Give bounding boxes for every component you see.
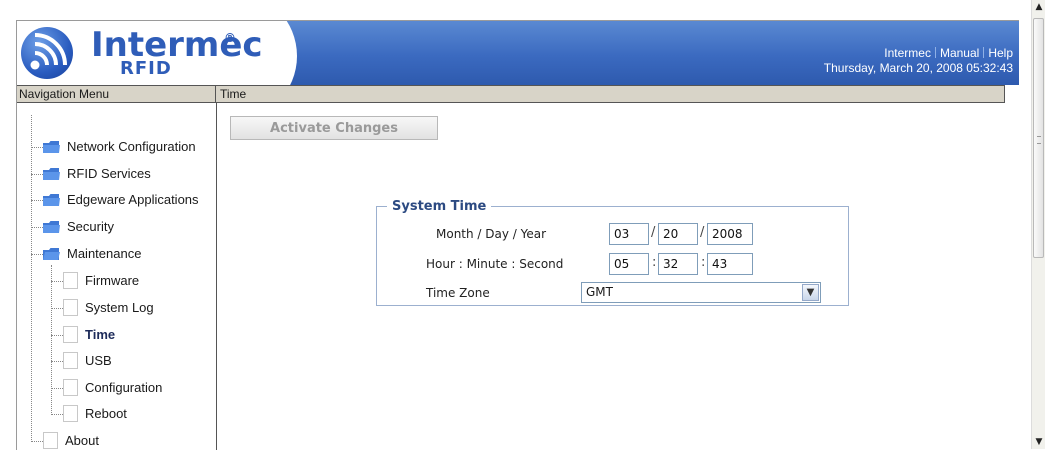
timezone-label: Time Zone — [426, 286, 490, 300]
open-folder-icon — [43, 248, 60, 260]
tree-connector — [31, 200, 43, 201]
intermec-logo: Intermec ® RFID — [17, 21, 297, 121]
timezone-select[interactable]: GMT ▼ — [581, 282, 821, 303]
tree-connector — [31, 115, 32, 442]
nav-item-label: Time — [85, 327, 116, 342]
time-separator: : — [652, 255, 657, 270]
nav-item-label: USB — [85, 353, 112, 368]
page-icon — [63, 405, 78, 422]
folder-icon — [43, 141, 60, 153]
scrollbar-thumb[interactable] — [1033, 18, 1044, 258]
folder-icon — [43, 168, 60, 180]
nav-item-label: System Log — [85, 300, 154, 315]
date-label: Month / Day / Year — [436, 227, 547, 241]
nav-item-label: About — [65, 433, 99, 448]
hour-input[interactable] — [609, 253, 649, 275]
page-icon — [63, 379, 78, 396]
tree-connector — [31, 174, 43, 175]
month-input[interactable] — [609, 223, 649, 245]
nav-item-label: Configuration — [85, 380, 163, 395]
tree-connector — [31, 441, 43, 442]
nav-item-label: Network Configuration — [67, 139, 196, 154]
page-icon — [63, 299, 78, 316]
tree-connector — [51, 414, 63, 415]
browser-frame: Intermec Manual Help Thursday, March 20, 2… — [16, 20, 1019, 450]
folder-icon — [43, 221, 60, 233]
page-icon — [63, 272, 78, 289]
nav-item-label: RFID Services — [67, 166, 151, 181]
current-datetime: Thursday, March 20, 2008 05:32:43 — [823, 61, 1013, 75]
second-input[interactable] — [707, 253, 753, 275]
nav-item-label: Reboot — [85, 406, 127, 421]
year-input[interactable] — [707, 223, 753, 245]
navigation-menu: Network Configuration RFID Services Edge… — [17, 103, 217, 450]
tree-connector — [31, 227, 43, 228]
activate-changes-button[interactable]: Activate Changes — [230, 116, 438, 140]
grip-icon — [1037, 136, 1041, 144]
scroll-down-icon[interactable]: ▼ — [1032, 435, 1045, 449]
time-separator: : — [701, 255, 706, 270]
timezone-value: GMT — [586, 285, 613, 299]
logo-registered-mark: ® — [224, 31, 236, 45]
page-icon — [63, 352, 78, 369]
header: Intermec Manual Help Thursday, March 20, 2… — [17, 21, 1019, 121]
logo-name: Intermec — [91, 25, 263, 65]
nav-item-label: Edgeware Applications — [67, 192, 199, 207]
main-content: Activate Changes System Time Month / Day… — [217, 103, 1019, 450]
section-bar: Navigation Menu Time — [17, 85, 1005, 103]
tree-connector — [51, 308, 63, 309]
page-icon — [63, 326, 78, 343]
page-title: Time — [220, 87, 247, 101]
minute-input[interactable] — [658, 253, 698, 275]
nav-item-label: Firmware — [85, 273, 140, 288]
scroll-up-icon[interactable]: ▲ — [1032, 0, 1045, 14]
rfid-wave-icon — [21, 27, 73, 79]
section-divider — [215, 86, 216, 102]
tree-connector — [31, 147, 43, 148]
chevron-down-icon[interactable]: ▼ — [802, 284, 819, 301]
tree-connector — [31, 254, 43, 255]
tree-connector — [51, 361, 63, 362]
system-time-legend: System Time — [387, 199, 492, 214]
header-banner: Intermec Manual Help Thursday, March 20, 2… — [213, 21, 1019, 85]
help-link[interactable]: Help — [988, 46, 1013, 60]
page-icon — [43, 432, 58, 449]
tree-connector — [51, 388, 63, 389]
time-label: Hour : Minute : Second — [426, 257, 564, 271]
top-links: Intermec Manual Help — [884, 46, 1013, 60]
vertical-scrollbar[interactable]: ▲ ▼ — [1031, 0, 1045, 449]
date-separator: / — [651, 225, 656, 240]
tree-connector — [51, 265, 52, 415]
nav-menu-title: Navigation Menu — [19, 87, 110, 101]
manual-link[interactable]: Manual — [940, 46, 979, 60]
date-separator: / — [700, 225, 705, 240]
nav-item-label: Security — [67, 219, 114, 234]
day-input[interactable] — [658, 223, 698, 245]
nav-item-label: Maintenance — [67, 246, 142, 261]
intermec-link[interactable]: Intermec — [884, 46, 931, 60]
tree-connector — [51, 281, 63, 282]
nav-tree: Network Configuration RFID Services Edge… — [17, 103, 216, 450]
folder-icon — [43, 194, 60, 206]
tree-connector — [51, 335, 63, 336]
logo-subtitle: RFID — [120, 58, 172, 79]
